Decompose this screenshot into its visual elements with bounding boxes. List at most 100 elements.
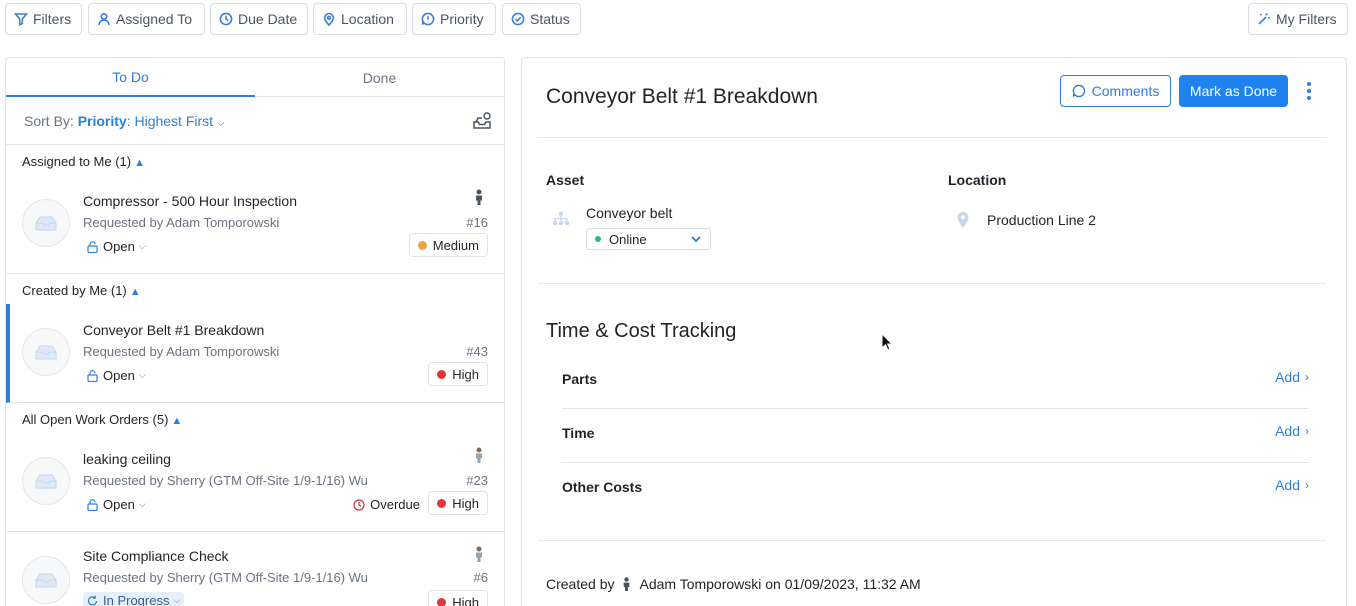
work-order-status-dropdown[interactable]: Open ⌵ <box>87 368 146 383</box>
chevron-down-icon: ⌵ <box>138 370 146 380</box>
priority-dot <box>437 498 447 508</box>
work-order-title: Compressor - 500 Hour Inspection <box>83 193 297 209</box>
unlock-icon <box>87 369 98 382</box>
add-time-link[interactable]: Add › <box>1275 423 1309 439</box>
work-order-number: #6 <box>473 570 488 585</box>
comments-label: Comments <box>1091 83 1160 99</box>
work-order-number: #43 <box>466 344 488 359</box>
work-order-status-dropdown[interactable]: Open ⌵ <box>87 239 146 254</box>
inbox-settings-icon[interactable] <box>472 111 492 131</box>
mouse-cursor-icon <box>881 333 893 351</box>
chevron-down-icon: ⌵ <box>173 595 181 605</box>
location-filter-button[interactable]: Location <box>313 3 407 35</box>
status-dot <box>595 236 601 242</box>
created-prefix: Created by <box>546 576 615 592</box>
location-label: Location <box>341 11 394 27</box>
location-label: Location <box>948 172 1007 188</box>
sort-field: Priority <box>77 113 127 129</box>
sort-prefix: Sort By: <box>24 113 74 129</box>
inbox-icon <box>35 573 57 588</box>
work-order-status-dropdown[interactable]: Open ⌵ <box>87 497 146 512</box>
chevron-right-icon: › <box>1305 478 1309 492</box>
avatar <box>476 546 482 562</box>
group-title: Created by Me (1) <box>22 283 127 298</box>
sort-dropdown[interactable]: Sort By: Priority: Highest First ⌵ <box>24 113 225 129</box>
due-date-filter-button[interactable]: Due Date <box>210 3 308 35</box>
group-assigned-to-me[interactable]: Assigned to Me (1) ▲ <box>6 146 504 176</box>
created-by-text: Adam Tomporowski on 01/09/2023, 11:32 AM <box>639 576 921 592</box>
add-other-costs-link[interactable]: Add › <box>1275 477 1309 493</box>
divider <box>538 283 1326 284</box>
priority-dot <box>437 597 447 606</box>
tab-todo[interactable]: To Do <box>6 58 255 97</box>
chevron-up-icon: ▲ <box>134 157 145 169</box>
comments-button[interactable]: Comments <box>1060 75 1171 107</box>
group-created-by-me[interactable]: Created by Me (1) ▲ <box>6 275 504 305</box>
work-order-thumbnail <box>22 328 70 376</box>
tab-done[interactable]: Done <box>255 58 504 97</box>
status-text: Open <box>103 239 135 254</box>
add-parts-link[interactable]: Add › <box>1275 369 1309 385</box>
group-title: Assigned to Me (1) <box>22 154 132 169</box>
filters-label: Filters <box>33 11 72 27</box>
work-order-item[interactable]: Site Compliance Check Requested by Sherr… <box>6 532 504 606</box>
status-text: In Progress <box>103 593 170 606</box>
work-order-number: #23 <box>466 473 488 488</box>
clock-icon <box>219 12 233 26</box>
filter-bar: Filters Assigned To Due Date Location Pr… <box>0 0 1356 40</box>
group-all-open-work-orders[interactable]: All Open Work Orders (5) ▲ <box>6 404 504 434</box>
tracking-row-other-costs: Other Costs Add › <box>562 463 1309 517</box>
asset-status-select[interactable]: Online <box>586 228 711 250</box>
mark-as-done-button[interactable]: Mark as Done <box>1179 75 1288 107</box>
list-tabs: To Do Done <box>6 58 504 97</box>
work-order-thumbnail <box>22 556 70 604</box>
user-icon <box>98 12 110 26</box>
priority-badge: High <box>428 362 488 386</box>
divider <box>538 540 1326 541</box>
unlock-icon <box>87 498 98 511</box>
sort-row: Sort By: Priority: Highest First ⌵ <box>6 98 504 145</box>
work-order-item-selected[interactable]: Conveyor Belt #1 Breakdown Requested by … <box>6 304 504 403</box>
priority-dot <box>437 369 447 379</box>
my-filters-label: My Filters <box>1276 11 1337 27</box>
group-title: All Open Work Orders (5) <box>22 412 169 427</box>
priority-label: Priority <box>440 11 484 27</box>
priority-filter-button[interactable]: Priority <box>412 3 496 35</box>
overdue-text: Overdue <box>370 497 420 512</box>
work-order-requester: Requested by Adam Tomporowski <box>83 344 280 359</box>
check-circle-icon <box>511 12 525 26</box>
inbox-icon <box>35 345 57 360</box>
filters-button[interactable]: Filters <box>5 3 82 35</box>
work-order-item[interactable]: leaking ceiling Requested by Sherry (GTM… <box>6 433 504 532</box>
chevron-up-icon: ▲ <box>129 286 141 298</box>
assigned-to-filter-button[interactable]: Assigned To <box>88 3 205 35</box>
chevron-right-icon: › <box>1305 370 1309 384</box>
assigned-to-label: Assigned To <box>116 11 193 27</box>
location-name[interactable]: Production Line 2 <box>987 212 1096 228</box>
person-icon <box>624 577 630 591</box>
magic-wand-icon <box>1258 13 1270 25</box>
status-label: Status <box>530 11 570 27</box>
work-order-title: Conveyor Belt #1 Breakdown <box>83 322 265 338</box>
unlock-icon <box>87 240 98 253</box>
asset-status-text: Online <box>609 231 647 247</box>
work-order-requester: Requested by Adam Tomporowski <box>83 215 280 230</box>
sort-value: : Highest First <box>126 113 214 129</box>
due-date-label: Due Date <box>238 11 298 27</box>
time-cost-tracking-title: Time & Cost Tracking <box>546 320 737 342</box>
work-order-item[interactable]: Compressor - 500 Hour Inspection Request… <box>6 175 504 274</box>
more-options-icon[interactable] <box>1303 80 1315 102</box>
tracking-row-label: Other Costs <box>562 479 643 495</box>
comment-icon <box>1072 84 1085 98</box>
asset-label: Asset <box>546 172 585 188</box>
chevron-down-icon <box>691 236 701 243</box>
work-order-status-dropdown[interactable]: In Progress ⌵ <box>83 592 185 606</box>
asset-name[interactable]: Conveyor belt <box>586 205 672 221</box>
inbox-icon <box>35 216 57 231</box>
divider <box>538 137 1326 138</box>
work-order-number: #16 <box>466 215 488 230</box>
person-icon <box>476 189 482 205</box>
status-filter-button[interactable]: Status <box>502 3 581 35</box>
my-filters-button[interactable]: My Filters <box>1248 3 1348 35</box>
tracking-row-parts: Parts Add › <box>562 355 1309 409</box>
